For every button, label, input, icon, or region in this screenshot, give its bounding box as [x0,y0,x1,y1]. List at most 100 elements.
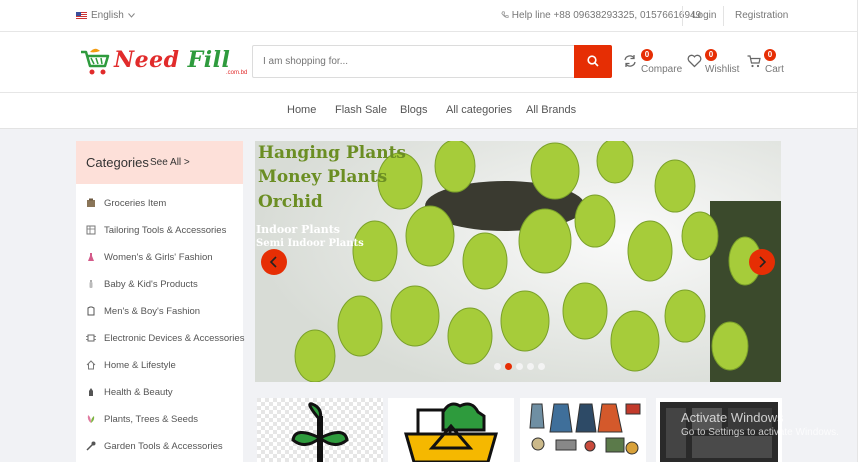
chevron-down-icon [127,13,135,18]
category-label: Groceries Item [104,198,167,209]
carousel-dot[interactable] [516,363,523,370]
carousel-dot-active[interactable] [505,363,512,370]
logo-word-fill: Fill [187,47,231,73]
category-item-home-lifestyle[interactable]: Home & Lifestyle [76,352,243,379]
category-card-tailoring[interactable] [520,398,646,462]
carousel-dot[interactable] [494,363,501,370]
banner-text-line: Indoor Plants [256,223,340,236]
cart-icon [747,55,761,68]
login-link[interactable]: Login [692,10,716,21]
main-nav: Home Flash Sale Blogs All categories All… [0,93,857,129]
category-item-health-beauty[interactable]: Health & Beauty [76,379,243,406]
banner-text-line: Hanging Plants [258,143,406,163]
category-header: Categories See All > [76,141,243,184]
logo-domain: .com.bd [226,70,248,76]
language-label: English [91,10,124,21]
nav-all-brands[interactable]: All Brands [526,104,576,116]
us-flag-icon [76,11,87,20]
divider [723,6,724,26]
banner-text-line: Money Plants [258,167,388,187]
carousel-dot[interactable] [538,363,545,370]
banner-prev-arrow[interactable] [261,249,287,275]
compare-button[interactable]: 0 Compare [623,49,683,79]
search-button[interactable] [574,45,612,78]
shirt-icon [87,306,95,316]
compare-count-badge: 0 [641,49,653,61]
category-label: Men's & Boy's Fashion [104,306,201,317]
site-logo[interactable]: Need Fill .com.bd [78,44,247,82]
helpline: Help line +88 09638293325, 01576616949 [501,10,701,21]
see-all-link[interactable]: See All > [150,157,190,168]
category-label: Electronic Devices & Accessories [104,333,245,344]
compare-icon [624,55,636,67]
carousel-dots [494,363,545,370]
category-item-garden-tools[interactable]: Garden Tools & Accessories [76,433,243,460]
plant-sprout-image [257,398,383,462]
phone-icon [501,11,509,18]
category-item-womens-fashion[interactable]: Women's & Girls' Fashion [76,244,243,271]
nav-all-categories[interactable]: All categories [446,104,512,116]
baby-bottle-icon [89,280,93,288]
scrollbar[interactable] [857,0,865,462]
hero-banner[interactable]: Hanging Plants Money Plants Orchid Indoo… [255,141,781,382]
chevron-right-icon [759,256,767,268]
tailoring-icon [86,225,96,235]
watermark-title: Activate Windows [681,410,784,425]
category-card-plants[interactable] [257,398,383,462]
cart-label: Cart [765,64,784,75]
category-item-baby-kids[interactable]: Baby & Kid's Products [76,271,243,298]
groceries-icon [87,198,95,207]
banner-next-arrow[interactable] [749,249,775,275]
heart-icon [687,54,702,68]
watermark-subtitle: Go to Settings to activate Windows. [681,427,839,438]
search-icon [587,55,599,67]
category-sidebar: Categories See All > Groceries Item Tail… [76,141,245,462]
nav-flash-sale[interactable]: Flash Sale [335,104,387,116]
category-item-groceries[interactable]: Groceries Item [76,190,243,217]
category-label: Home & Lifestyle [104,360,176,371]
category-item-tailoring[interactable]: Tailoring Tools & Accessories [76,217,243,244]
category-label: Baby & Kid's Products [104,279,198,290]
category-label: Tailoring Tools & Accessories [104,225,227,236]
cart-count-badge: 0 [764,49,776,61]
leaf-icon [87,415,95,423]
category-item-electronics[interactable]: Electronic Devices & Accessories [76,325,245,352]
category-item-plants[interactable]: Plants, Trees & Seeds [76,406,243,433]
category-title: Categories [86,155,149,170]
chevron-left-icon [269,256,277,268]
category-label: Garden Tools & Accessories [104,441,223,452]
activate-windows-watermark: Activate Windows Go to Settings to activ… [681,410,839,438]
language-selector[interactable]: English [76,10,135,21]
wishlist-label: Wishlist [705,64,740,75]
banner-text-line: Semi Indoor Plants [256,238,364,249]
beauty-icon [89,388,93,396]
logo-word-need: Need [114,47,188,73]
dress-icon [88,253,94,261]
search-bar [252,45,612,78]
garden-tools-icon [86,441,96,451]
compare-label: Compare [641,64,683,75]
tailoring-items-image [520,398,646,462]
site-header: Need Fill .com.bd 0 Compare 0 Wishlist [0,32,857,93]
category-item-mens-fashion[interactable]: Men's & Boy's Fashion [76,298,243,325]
category-label: Women's & Girls' Fashion [104,252,213,263]
wishlist-count-badge: 0 [705,49,717,61]
top-bar: English Help line +88 09638293325, 01576… [0,0,857,32]
helpline-text: Help line +88 09638293325, 01576616949 [511,10,702,21]
chip-icon [86,334,96,342]
house-icon [86,360,96,370]
logo-wordmark: Need Fill [114,47,230,73]
banner-text-line: Orchid [258,192,323,212]
grocery-basket-image [388,398,514,462]
registration-link[interactable]: Registration [735,10,788,21]
divider [682,6,683,26]
carousel-dot[interactable] [527,363,534,370]
search-input[interactable] [253,46,573,77]
wishlist-button[interactable]: 0 Wishlist [687,49,740,79]
nav-blogs[interactable]: Blogs [400,104,428,116]
cart-logo-icon [81,48,110,75]
category-label: Health & Beauty [104,387,173,398]
nav-home[interactable]: Home [287,104,316,116]
category-card-groceries[interactable] [388,398,514,462]
cart-button[interactable]: 0 Cart [747,49,784,79]
